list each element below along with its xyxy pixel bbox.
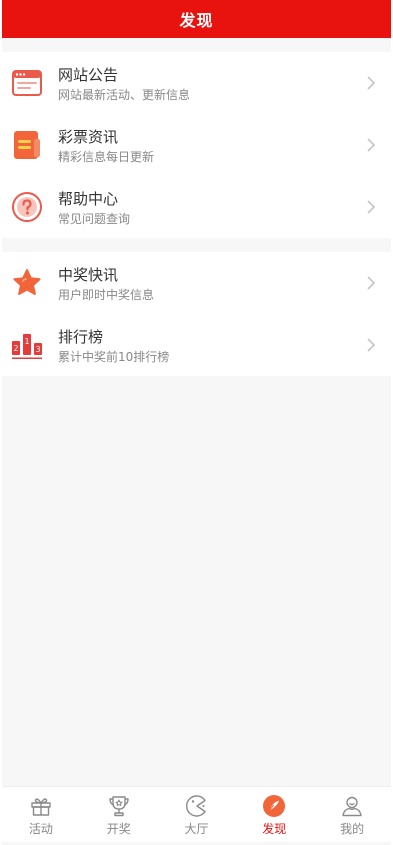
podium-icon: 2 1 3 [11, 329, 43, 361]
menu-item-title: 帮助中心 [58, 190, 119, 208]
tab-discover[interactable]: 发现 [235, 787, 313, 842]
top-bar: 发现 [2, 0, 391, 38]
menu-item-lottery-news[interactable]: 彩票资讯 精彩信息每日更新 [2, 114, 391, 176]
menu-item-subtitle: 常见问题查询 [58, 212, 131, 226]
pacman-icon [184, 794, 208, 818]
tab-activity[interactable]: 活动 [2, 787, 80, 842]
svg-text:1: 1 [24, 337, 29, 346]
menu-item-subtitle: 累计中奖前10排行榜 [58, 350, 170, 364]
bottom-tab-bar: 活动 开奖 大厅 发现 我的 [2, 786, 391, 842]
svg-text:3: 3 [35, 345, 40, 354]
tab-profile[interactable]: 我的 [313, 787, 391, 842]
menu-item-announcement[interactable]: 网站公告 网站最新活动、更新信息 [2, 52, 391, 114]
star-icon [11, 267, 43, 299]
tab-label: 开奖 [106, 822, 131, 836]
tab-label: 大厅 [184, 822, 209, 836]
menu-item-title: 中奖快讯 [58, 266, 119, 284]
tab-label: 我的 [340, 822, 365, 836]
trophy-icon [107, 794, 131, 818]
chevron-right-icon [367, 276, 375, 290]
menu-group-1: 网站公告 网站最新活动、更新信息 彩票资讯 精彩信息每日更新 帮助中心 常见问题… [2, 52, 391, 238]
tab-draw-results[interactable]: 开奖 [80, 787, 158, 842]
menu-item-subtitle: 网站最新活动、更新信息 [58, 88, 191, 102]
announcement-icon [11, 67, 43, 99]
tab-label: 发现 [262, 822, 287, 836]
page-title: 发现 [179, 11, 214, 30]
menu-item-subtitle: 精彩信息每日更新 [58, 150, 155, 164]
news-icon [11, 129, 43, 161]
menu-group-2: 中奖快讯 用户即时中奖信息 2 1 3 排行榜 累计中奖前10排行榜 [2, 252, 391, 376]
help-icon [11, 191, 43, 223]
menu-item-leaderboard[interactable]: 2 1 3 排行榜 累计中奖前10排行榜 [2, 314, 391, 376]
menu-item-title: 网站公告 [58, 66, 119, 84]
svg-text:2: 2 [13, 344, 18, 353]
gift-icon [29, 794, 53, 818]
user-icon [340, 794, 364, 818]
menu-item-title: 排行榜 [58, 328, 104, 346]
compass-icon [262, 794, 286, 818]
menu-item-subtitle: 用户即时中奖信息 [58, 288, 155, 302]
tab-label: 活动 [28, 822, 53, 836]
chevron-right-icon [367, 76, 375, 90]
menu-item-help-center[interactable]: 帮助中心 常见问题查询 [2, 176, 391, 238]
tab-lobby[interactable]: 大厅 [158, 787, 236, 842]
chevron-right-icon [367, 338, 375, 352]
app-screen: 发现 网站公告 网站最新活动、更新信息 彩票资讯 精彩信息每日更新 帮助中心 常… [0, 0, 393, 845]
chevron-right-icon [367, 138, 375, 152]
menu-item-winning-news[interactable]: 中奖快讯 用户即时中奖信息 [2, 252, 391, 314]
chevron-right-icon [367, 200, 375, 214]
menu-item-title: 彩票资讯 [58, 128, 119, 146]
discover-page: 发现 网站公告 网站最新活动、更新信息 彩票资讯 精彩信息每日更新 帮助中心 常… [2, 0, 391, 845]
